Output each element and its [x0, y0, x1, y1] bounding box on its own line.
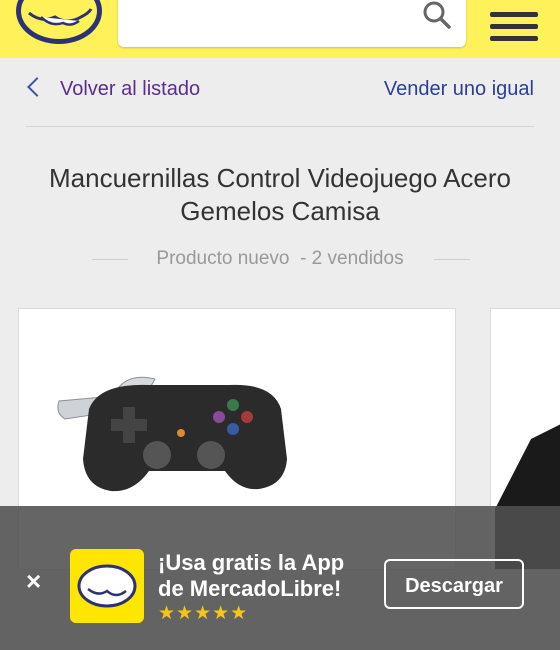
product-title: Mancuernillas Control Videojuego Acero G…	[0, 162, 560, 228]
download-app-button[interactable]: Descargar	[384, 559, 524, 609]
app-promo-line1: ¡Usa gratis la App	[158, 550, 345, 575]
app-promo-line2: de MercadoLibre!	[158, 576, 342, 601]
close-banner-button[interactable]: ×	[26, 566, 41, 597]
app-rating-stars: ★★★★★	[158, 603, 249, 624]
sell-similar-link[interactable]: Vender uno igual	[384, 78, 534, 101]
search-icon[interactable]	[422, 0, 452, 30]
product-meta: Producto nuevo - 2 vendidos	[0, 248, 560, 272]
top-bar	[0, 0, 560, 58]
product-title-line2: Gemelos Camisa	[180, 196, 380, 226]
listing-nav: Volver al listado Vender uno igual	[26, 77, 534, 108]
condition-label: Producto nuevo	[156, 248, 290, 269]
chevron-left-icon	[27, 77, 47, 97]
back-link-label: Volver al listado	[60, 78, 201, 100]
back-to-listing-link[interactable]: Volver al listado	[26, 77, 201, 101]
divider	[26, 126, 534, 127]
product-title-line1: Mancuernillas Control Videojuego Acero	[48, 163, 512, 193]
app-promo-text: ¡Usa gratis la App de MercadoLibre!	[158, 550, 344, 602]
sold-count: - 2 vendidos	[300, 248, 404, 269]
hamburger-menu-icon[interactable]	[490, 12, 538, 41]
condition-sold-text: Producto nuevo - 2 vendidos	[0, 248, 560, 270]
mercadolibre-logo-icon[interactable]	[16, 0, 102, 44]
search-input[interactable]	[118, 0, 466, 47]
mercadolibre-app-icon	[70, 549, 144, 623]
handshake-icon	[21, 0, 97, 39]
